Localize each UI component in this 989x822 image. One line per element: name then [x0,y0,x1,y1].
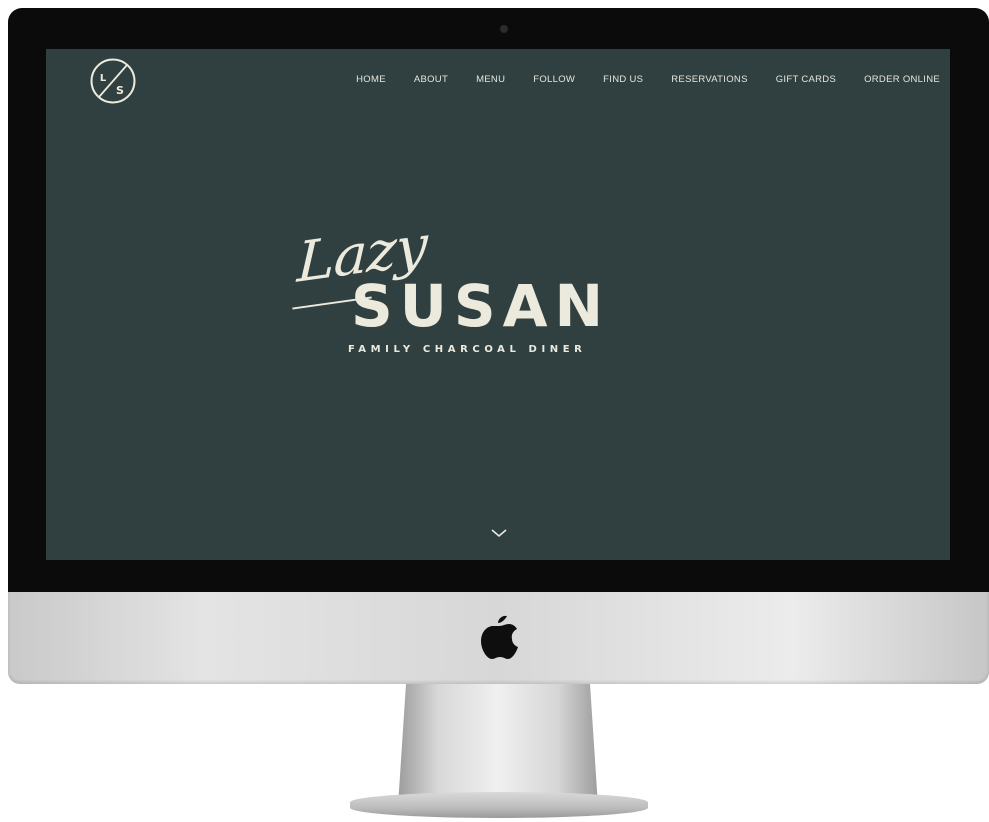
hero-tagline: FAMILY CHARCOAL DINER [348,344,587,355]
nav-item-home[interactable]: HOME [356,74,386,85]
hero-name: SUSAN [351,272,611,340]
logo-letter-l: L [100,73,107,84]
webcam [500,25,508,33]
nav-item-about[interactable]: ABOUT [414,74,448,85]
nav-item-follow[interactable]: FOLLOW [533,74,575,85]
monitor-stand [398,684,598,806]
nav-item-gift-cards[interactable]: GIFT CARDS [776,74,836,85]
apple-logo-icon [478,612,520,662]
nav-item-order-online[interactable]: ORDER ONLINE [864,74,940,85]
nav-item-find-us[interactable]: FIND US [603,74,643,85]
monitor-stand-base [350,792,648,818]
logo-mark[interactable]: L S [89,57,137,105]
imac-mockup: L S HOME ABOUT MENU FOLLOW FIND US RESER… [0,0,989,822]
main-nav: HOME ABOUT MENU FOLLOW FIND US RESERVATI… [328,74,940,85]
nav-item-reservations[interactable]: RESERVATIONS [671,74,747,85]
website-screen: L S HOME ABOUT MENU FOLLOW FIND US RESER… [46,49,950,560]
chevron-down-icon[interactable] [490,526,508,538]
logo-letter-s: S [116,84,124,97]
nav-item-menu[interactable]: MENU [476,74,505,85]
